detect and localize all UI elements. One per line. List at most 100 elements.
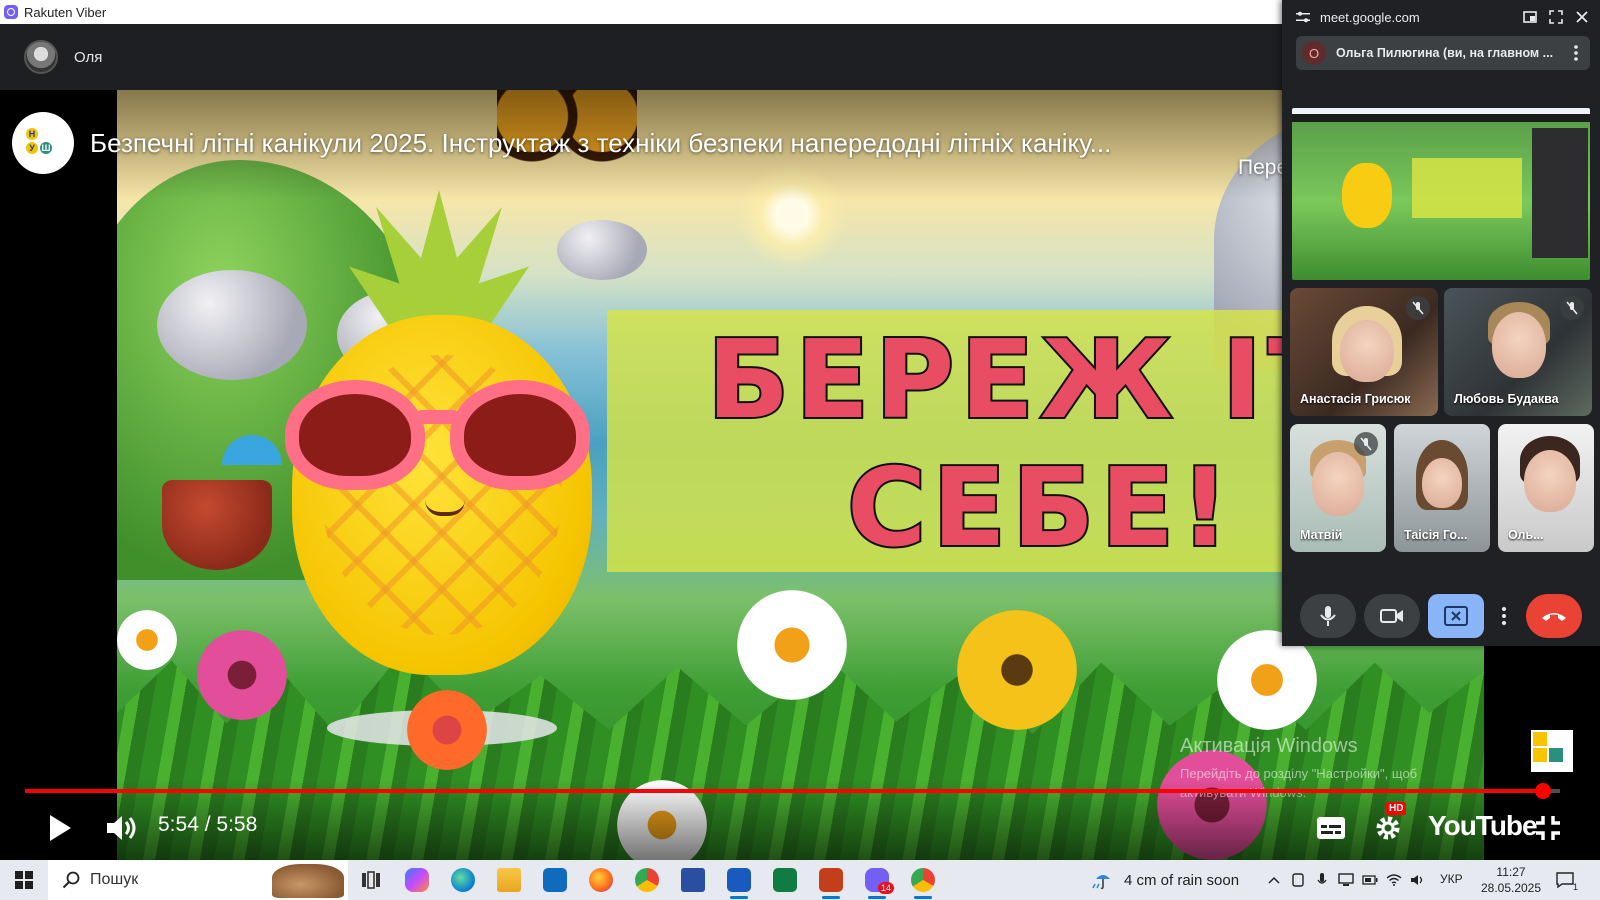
time-readout: 5:54 / 5:58 bbox=[158, 813, 257, 837]
display-icon bbox=[1338, 873, 1354, 886]
tray-battery[interactable] bbox=[1358, 860, 1382, 900]
site-settings-icon[interactable] bbox=[1296, 11, 1310, 23]
share-label[interactable]: Пере bbox=[1238, 156, 1288, 180]
taskbar-chrome-window[interactable] bbox=[900, 860, 946, 900]
firefox-icon bbox=[589, 868, 613, 892]
microphone-icon bbox=[1317, 873, 1327, 884]
taskbar-viber[interactable]: 14 bbox=[854, 860, 900, 900]
sunflower bbox=[957, 610, 1077, 730]
screen-share-thumbnail[interactable] bbox=[1292, 108, 1590, 280]
device-icon bbox=[1292, 873, 1304, 887]
more-vert-icon bbox=[1502, 607, 1506, 625]
weather-widget[interactable]: 4 cm of rain soon bbox=[1092, 860, 1239, 900]
stop-presenting-button[interactable] bbox=[1428, 594, 1484, 638]
floppy-icon bbox=[681, 868, 705, 892]
windows-logo-icon bbox=[15, 871, 33, 889]
taskbar-chrome[interactable] bbox=[624, 860, 670, 900]
input-language[interactable]: УКР bbox=[1440, 872, 1463, 886]
exit-fullscreen-button[interactable] bbox=[1530, 810, 1566, 846]
start-button[interactable] bbox=[0, 860, 48, 900]
pink-flower bbox=[197, 630, 287, 720]
video-title[interactable]: Безпечні літні канікули 2025. Інструктаж… bbox=[90, 128, 1230, 159]
tray-wifi[interactable] bbox=[1382, 860, 1406, 900]
participant-tile[interactable]: Таісія Го... bbox=[1394, 424, 1490, 552]
coconut-drink bbox=[162, 480, 272, 570]
channel-watermark-logo[interactable] bbox=[1531, 730, 1573, 772]
participant-tile[interactable]: Оль... bbox=[1498, 424, 1594, 552]
mic-off-icon bbox=[1566, 301, 1578, 315]
powerpoint-icon bbox=[819, 868, 843, 892]
search-placeholder: Пошук bbox=[90, 871, 139, 888]
more-options-button[interactable] bbox=[1492, 594, 1516, 638]
app-title: Rakuten Viber bbox=[24, 4, 107, 20]
daisy-flower bbox=[117, 610, 177, 670]
close-button[interactable] bbox=[1574, 9, 1590, 25]
edge-icon bbox=[451, 868, 475, 892]
show-hidden-icons-button[interactable] bbox=[1262, 860, 1286, 900]
back-to-tab-button[interactable] bbox=[1522, 9, 1538, 25]
tray-display[interactable] bbox=[1334, 860, 1358, 900]
presenter-bar[interactable]: О Ольга Пилюгина (ви, на главном ... bbox=[1296, 36, 1590, 70]
taskbar-word[interactable] bbox=[716, 860, 762, 900]
tray-device[interactable] bbox=[1286, 860, 1310, 900]
tray-microphone[interactable] bbox=[1310, 860, 1334, 900]
microphone-button[interactable] bbox=[1300, 594, 1356, 638]
rock bbox=[157, 270, 307, 380]
participant-face bbox=[1340, 320, 1394, 382]
taskbar-powerpoint[interactable] bbox=[808, 860, 854, 900]
participant-face bbox=[1422, 458, 1462, 508]
mic-off-icon bbox=[1360, 437, 1372, 451]
rock bbox=[557, 220, 647, 280]
player-controls: 5:54 / 5:58 HD YouTube bbox=[0, 780, 1600, 860]
lens-left bbox=[285, 380, 425, 490]
volume-icon bbox=[1411, 875, 1423, 885]
volume-button[interactable] bbox=[104, 810, 140, 846]
taskbar-file-explorer[interactable] bbox=[486, 860, 532, 900]
progress-bar[interactable] bbox=[25, 783, 1560, 799]
taskbar-outlook[interactable] bbox=[532, 860, 578, 900]
meet-call-controls bbox=[1282, 590, 1600, 640]
subtitles-button[interactable] bbox=[1314, 810, 1348, 846]
rain-icon bbox=[1092, 875, 1110, 890]
meet-url: meet.google.com bbox=[1320, 9, 1420, 25]
participant-tile[interactable]: Любовь Будаква bbox=[1444, 288, 1592, 416]
clock-time: 11:27 bbox=[1496, 865, 1526, 879]
taskbar-firefox[interactable] bbox=[578, 860, 624, 900]
task-view-button[interactable] bbox=[348, 860, 394, 900]
hd-badge: HD bbox=[1386, 802, 1407, 815]
youtube-logo[interactable]: YouTube bbox=[1428, 810, 1538, 842]
notification-center-button[interactable]: 1 bbox=[1552, 868, 1578, 892]
participant-face bbox=[1492, 312, 1546, 378]
outlook-icon bbox=[543, 868, 567, 892]
maximize-button[interactable] bbox=[1548, 9, 1564, 25]
presenter-options-button[interactable] bbox=[1568, 43, 1584, 63]
participant-name: Оль... bbox=[1508, 528, 1544, 542]
meet-pip-window[interactable]: meet.google.com О Ольга Пилюгина (ви, на… bbox=[1282, 0, 1600, 646]
subtitles-icon bbox=[1317, 817, 1345, 839]
taskbar-search[interactable]: Пошук bbox=[48, 860, 348, 900]
taskbar-copilot[interactable] bbox=[394, 860, 440, 900]
camera-button[interactable] bbox=[1364, 594, 1420, 638]
chevron-up-icon bbox=[1268, 876, 1280, 884]
thumbnail-side-panel bbox=[1532, 128, 1588, 258]
notification-icon bbox=[1556, 872, 1574, 888]
participant-tile[interactable]: Анастасія Грисюк bbox=[1290, 288, 1438, 416]
contact-name[interactable]: Оля bbox=[74, 49, 102, 66]
taskbar-save-app[interactable] bbox=[670, 860, 716, 900]
watermark-title: Активація Windows bbox=[1180, 735, 1358, 757]
tray-volume[interactable] bbox=[1406, 860, 1430, 900]
viber-unread-badge: 14 bbox=[877, 882, 894, 894]
contact-avatar[interactable] bbox=[24, 40, 58, 74]
taskbar-excel[interactable] bbox=[762, 860, 808, 900]
banner-line-2: СЕБЕ! bbox=[845, 444, 1236, 573]
taskbar-edge[interactable] bbox=[440, 860, 486, 900]
meet-titlebar: meet.google.com bbox=[1282, 0, 1600, 34]
participant-tile[interactable]: Матвій bbox=[1290, 424, 1386, 552]
muted-indicator bbox=[1354, 432, 1378, 456]
leave-call-button[interactable] bbox=[1526, 594, 1582, 638]
scrubber-handle[interactable] bbox=[1535, 783, 1552, 799]
play-button[interactable] bbox=[44, 810, 76, 846]
channel-avatar[interactable]: Н У Ш bbox=[12, 112, 74, 174]
taskbar-clock[interactable]: 11:27 28.05.2025 bbox=[1476, 864, 1546, 896]
participant-face bbox=[1312, 452, 1364, 516]
